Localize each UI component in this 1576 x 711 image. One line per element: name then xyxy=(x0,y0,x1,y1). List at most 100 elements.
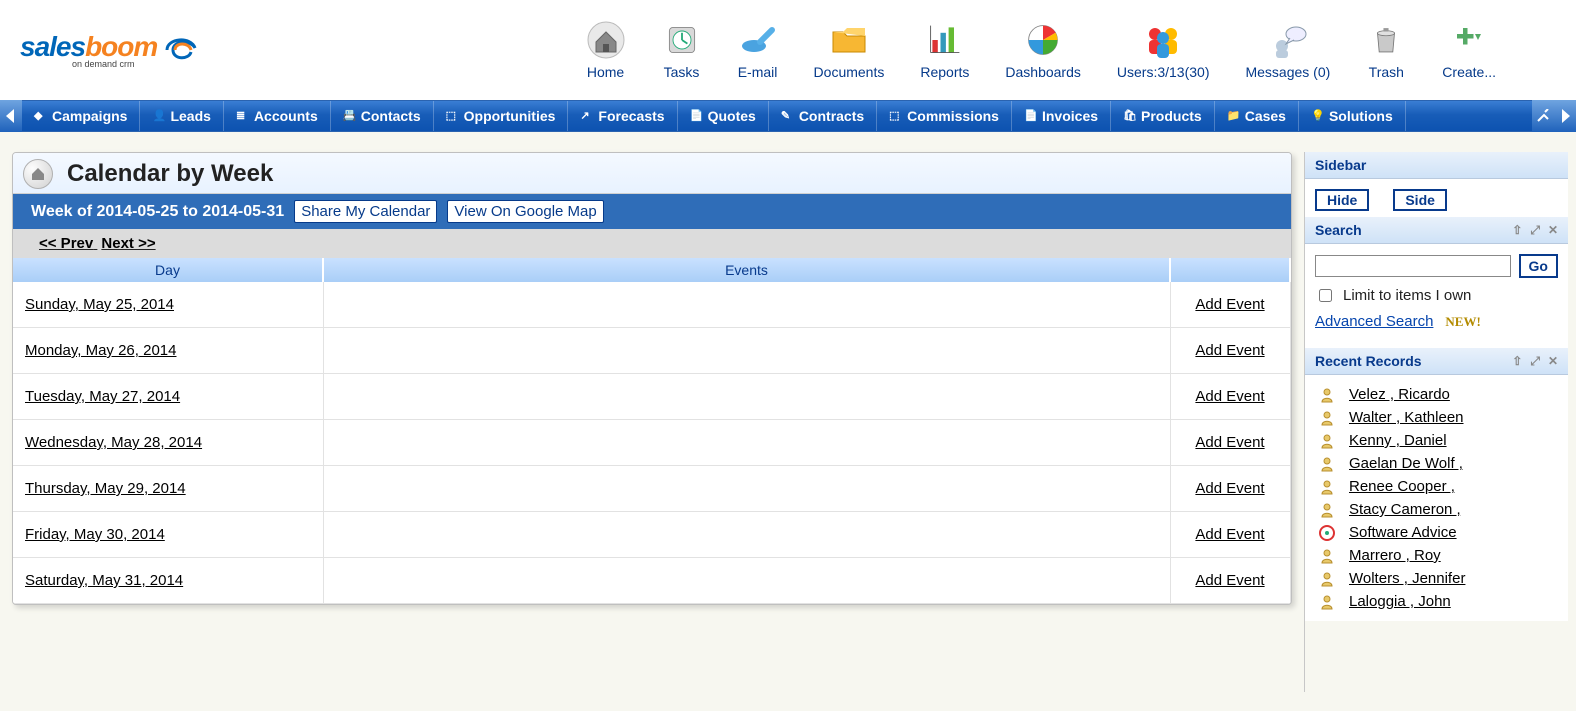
add-event-link[interactable]: Add Event xyxy=(1195,572,1264,589)
recent-record[interactable]: Gaelan De Wolf , xyxy=(1313,452,1560,475)
reports-button[interactable]: Reports xyxy=(920,20,969,80)
panel-close-icon[interactable]: ✕ xyxy=(1548,354,1558,369)
nav-item-campaigns[interactable]: ◆Campaigns xyxy=(22,101,140,131)
nav-item-forecasts[interactable]: ↗Forecasts xyxy=(568,101,677,131)
nav-item-contacts[interactable]: 📇Contacts xyxy=(331,101,434,131)
nav-item-solutions[interactable]: 💡Solutions xyxy=(1299,101,1406,131)
trash-button[interactable]: Trash xyxy=(1366,20,1406,80)
tasks-button[interactable]: Tasks xyxy=(662,20,702,80)
record-link[interactable]: Software Advice xyxy=(1349,524,1457,541)
day-link[interactable]: Monday, May 26, 2014 xyxy=(25,342,176,359)
email-icon xyxy=(738,20,778,60)
add-event-link[interactable]: Add Event xyxy=(1195,434,1264,451)
person-icon xyxy=(1319,594,1335,610)
person-icon xyxy=(1319,571,1335,587)
limit-label: Limit to items I own xyxy=(1343,287,1471,304)
logo-swirl-icon xyxy=(161,30,201,70)
search-title: Search xyxy=(1315,222,1362,238)
panel-up-icon[interactable]: ⇧ xyxy=(1512,223,1522,238)
day-link[interactable]: Saturday, May 31, 2014 xyxy=(25,572,183,589)
limit-checkbox[interactable] xyxy=(1319,289,1332,302)
email-button[interactable]: E-mail xyxy=(738,20,778,80)
recent-record[interactable]: Kenny , Daniel xyxy=(1313,429,1560,452)
recent-record[interactable]: Stacy Cameron , xyxy=(1313,498,1560,521)
calendar-table: Day Events Sunday, May 25, 2014Add Event… xyxy=(13,258,1291,604)
record-link[interactable]: Marrero , Roy xyxy=(1349,547,1441,564)
day-link[interactable]: Friday, May 30, 2014 xyxy=(25,526,165,543)
record-link[interactable]: Renee Cooper , xyxy=(1349,478,1455,495)
recent-record[interactable]: Marrero , Roy xyxy=(1313,544,1560,567)
panel-pop-icon[interactable]: ⤢ xyxy=(1530,223,1540,238)
add-event-link[interactable]: Add Event xyxy=(1195,388,1264,405)
documents-button[interactable]: Documents xyxy=(814,20,885,80)
nav-item-invoices[interactable]: 📄Invoices xyxy=(1012,101,1111,131)
add-event-link[interactable]: Add Event xyxy=(1195,480,1264,497)
recent-record[interactable]: Renee Cooper , xyxy=(1313,475,1560,498)
nav-scroll-left[interactable] xyxy=(0,100,22,132)
search-go-button[interactable]: Go xyxy=(1519,254,1558,278)
dashboard-icon xyxy=(1023,20,1063,60)
record-link[interactable]: Wolters , Jennifer xyxy=(1349,570,1465,587)
record-link[interactable]: Kenny , Daniel xyxy=(1349,432,1447,449)
sidebar-hide-button[interactable]: Hide xyxy=(1315,189,1369,211)
nav-scroll-right[interactable] xyxy=(1554,100,1576,132)
nav-item-opportunities[interactable]: ⬚Opportunities xyxy=(434,101,569,131)
create-button[interactable]: Create... xyxy=(1442,20,1496,80)
nav-item-products[interactable]: 🛍Products xyxy=(1111,101,1215,131)
messages-button[interactable]: Messages (0) xyxy=(1245,20,1330,80)
day-link[interactable]: Sunday, May 25, 2014 xyxy=(25,296,174,313)
dashboards-button[interactable]: Dashboards xyxy=(1005,20,1081,80)
add-event-link[interactable]: Add Event xyxy=(1195,526,1264,543)
view-map-button[interactable]: View On Google Map xyxy=(447,200,603,223)
users-button[interactable]: Users:3/13(30) xyxy=(1117,20,1210,80)
recent-record[interactable]: Laloggia , John xyxy=(1313,590,1560,613)
events-cell xyxy=(323,466,1170,512)
search-header: Search ⇧ ⤢ ✕ xyxy=(1305,217,1568,244)
nav-icon: 🛍 xyxy=(1123,109,1137,123)
nav-item-contracts[interactable]: ✎Contracts xyxy=(769,101,877,131)
create-icon xyxy=(1449,20,1489,60)
share-calendar-button[interactable]: Share My Calendar xyxy=(294,200,437,223)
day-link[interactable]: Wednesday, May 28, 2014 xyxy=(25,434,202,451)
day-link[interactable]: Tuesday, May 27, 2014 xyxy=(25,388,180,405)
pager: << Prev Next >> xyxy=(13,229,1291,258)
nav-item-leads[interactable]: 👤Leads xyxy=(140,101,223,131)
add-event-link[interactable]: Add Event xyxy=(1195,296,1264,313)
record-link[interactable]: Walter , Kathleen xyxy=(1349,409,1464,426)
nav-tools[interactable] xyxy=(1532,100,1554,132)
nav-item-cases[interactable]: 📁Cases xyxy=(1215,101,1299,131)
person-icon xyxy=(1319,456,1335,472)
prev-link[interactable]: << Prev xyxy=(39,235,93,252)
record-link[interactable]: Velez , Ricardo xyxy=(1349,386,1450,403)
events-cell xyxy=(323,282,1170,328)
record-link[interactable]: Laloggia , John xyxy=(1349,593,1451,610)
person-icon xyxy=(1319,479,1335,495)
recent-record[interactable]: Wolters , Jennifer xyxy=(1313,567,1560,590)
recent-record[interactable]: Software Advice xyxy=(1313,521,1560,544)
recent-record[interactable]: Walter , Kathleen xyxy=(1313,406,1560,429)
nav-item-quotes[interactable]: 📄Quotes xyxy=(678,101,769,131)
person-icon xyxy=(1319,410,1335,426)
panel-pop-icon[interactable]: ⤢ xyxy=(1530,354,1540,369)
panel-home-icon[interactable] xyxy=(23,159,53,189)
person-icon xyxy=(1319,502,1335,518)
search-input[interactable] xyxy=(1315,255,1511,277)
record-link[interactable]: Stacy Cameron , xyxy=(1349,501,1461,518)
next-link[interactable]: Next >> xyxy=(101,235,155,252)
panel-up-icon[interactable]: ⇧ xyxy=(1512,354,1522,369)
home-label: Home xyxy=(587,64,624,80)
logo[interactable]: salesboom on demand crm xyxy=(20,30,240,70)
panel-close-icon[interactable]: ✕ xyxy=(1548,223,1558,238)
nav-item-commissions[interactable]: ⬚Commissions xyxy=(877,101,1012,131)
nav-item-accounts[interactable]: ≣Accounts xyxy=(224,101,331,131)
record-link[interactable]: Gaelan De Wolf , xyxy=(1349,455,1463,472)
sidebar-side-button[interactable]: Side xyxy=(1393,189,1447,211)
day-link[interactable]: Thursday, May 29, 2014 xyxy=(25,480,186,497)
tasks-label: Tasks xyxy=(664,64,700,80)
home-button[interactable]: Home xyxy=(586,20,626,80)
add-event-link[interactable]: Add Event xyxy=(1195,342,1264,359)
table-row: Tuesday, May 27, 2014 Add Event xyxy=(13,374,1290,420)
recent-record[interactable]: Velez , Ricardo xyxy=(1313,383,1560,406)
nav-icon: 👤 xyxy=(152,109,166,123)
advanced-search-link[interactable]: Advanced Search xyxy=(1315,313,1433,330)
